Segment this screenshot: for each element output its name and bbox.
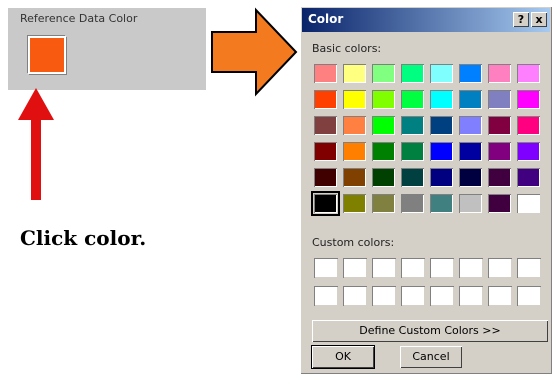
right-arrow-shape — [211, 7, 298, 97]
custom-color-slot[interactable] — [488, 286, 512, 306]
basic-color-swatch[interactable] — [314, 142, 337, 161]
basic-color-swatch[interactable] — [488, 116, 511, 135]
basic-color-swatch[interactable] — [311, 191, 340, 216]
basic-color-swatch[interactable] — [372, 194, 395, 213]
basic-color-swatch[interactable] — [401, 142, 424, 161]
cancel-button[interactable]: Cancel — [400, 346, 462, 368]
basic-color-swatch[interactable] — [401, 168, 424, 187]
basic-colors-label: Basic colors: — [312, 42, 382, 55]
custom-color-slot[interactable] — [488, 258, 512, 278]
right-arrow-icon — [211, 7, 298, 97]
custom-color-slot[interactable] — [459, 258, 483, 278]
basic-color-swatch[interactable] — [430, 116, 453, 135]
help-icon[interactable]: ? — [513, 12, 529, 27]
dialog-titlebar[interactable]: Color ? x — [302, 8, 550, 32]
custom-color-slot[interactable] — [372, 286, 396, 306]
basic-color-swatch[interactable] — [430, 64, 453, 83]
custom-colors-label: Custom colors: — [312, 236, 395, 249]
basic-color-swatch[interactable] — [430, 90, 453, 109]
reference-color-panel: Reference Data Color — [8, 8, 206, 90]
custom-color-slot[interactable] — [517, 286, 541, 306]
basic-color-swatch[interactable] — [372, 142, 395, 161]
basic-color-swatch[interactable] — [517, 168, 540, 187]
basic-color-swatch[interactable] — [372, 90, 395, 109]
dialog-title: Color — [308, 12, 344, 26]
basic-color-swatch[interactable] — [401, 116, 424, 135]
basic-color-swatch[interactable] — [459, 116, 482, 135]
custom-color-slot[interactable] — [314, 286, 338, 306]
basic-color-swatch[interactable] — [372, 64, 395, 83]
basic-color-swatch[interactable] — [459, 168, 482, 187]
basic-color-swatch[interactable] — [459, 64, 482, 83]
ok-button[interactable]: OK — [311, 345, 375, 369]
basic-color-swatch[interactable] — [343, 142, 366, 161]
basic-color-swatch[interactable] — [517, 194, 540, 213]
basic-color-swatch[interactable] — [430, 168, 453, 187]
basic-color-swatch[interactable] — [314, 90, 337, 109]
custom-color-slot[interactable] — [343, 258, 367, 278]
basic-color-swatch[interactable] — [459, 194, 482, 213]
custom-color-slot[interactable] — [343, 286, 367, 306]
custom-color-slot[interactable] — [372, 258, 396, 278]
basic-color-swatch[interactable] — [517, 64, 540, 83]
basic-color-swatch[interactable] — [430, 194, 453, 213]
basic-color-swatch[interactable] — [372, 116, 395, 135]
reference-color-label: Reference Data Color — [20, 12, 138, 25]
basic-color-swatch[interactable] — [343, 64, 366, 83]
basic-color-swatch[interactable] — [401, 194, 424, 213]
close-icon[interactable]: x — [531, 12, 547, 27]
custom-colors-grid — [314, 258, 541, 306]
custom-color-slot[interactable] — [314, 258, 338, 278]
custom-color-slot[interactable] — [459, 286, 483, 306]
basic-color-swatch[interactable] — [517, 116, 540, 135]
basic-color-swatch[interactable] — [488, 90, 511, 109]
basic-color-swatch[interactable] — [314, 168, 337, 187]
basic-color-swatch[interactable] — [488, 142, 511, 161]
custom-color-slot[interactable] — [401, 286, 425, 306]
custom-color-slot[interactable] — [517, 258, 541, 278]
basic-color-swatch[interactable] — [343, 168, 366, 187]
basic-color-swatch[interactable] — [314, 64, 337, 83]
up-arrow-head — [18, 88, 54, 120]
reference-color-swatch[interactable] — [28, 36, 66, 74]
basic-color-swatch[interactable] — [517, 90, 540, 109]
basic-color-swatch[interactable] — [401, 64, 424, 83]
basic-color-swatch[interactable] — [488, 194, 511, 213]
basic-color-swatch[interactable] — [343, 116, 366, 135]
basic-color-swatch[interactable] — [459, 142, 482, 161]
basic-color-swatch[interactable] — [372, 168, 395, 187]
color-dialog: Color ? x Basic colors: Custom colors: D… — [300, 6, 552, 374]
define-custom-colors-button[interactable]: Define Custom Colors >> — [312, 320, 548, 342]
custom-color-slot[interactable] — [430, 286, 454, 306]
instruction-text: Click color. — [20, 226, 147, 250]
basic-color-swatch[interactable] — [343, 194, 366, 213]
basic-color-swatch[interactable] — [488, 168, 511, 187]
basic-color-swatch[interactable] — [430, 142, 453, 161]
custom-color-slot[interactable] — [430, 258, 454, 278]
basic-color-swatch[interactable] — [517, 142, 540, 161]
up-arrow-icon — [18, 88, 54, 200]
custom-color-slot[interactable] — [401, 258, 425, 278]
up-arrow-shaft — [31, 118, 41, 200]
basic-color-swatch[interactable] — [314, 116, 337, 135]
basic-color-swatch[interactable] — [343, 90, 366, 109]
basic-colors-grid — [311, 64, 540, 216]
basic-color-swatch[interactable] — [488, 64, 511, 83]
basic-color-swatch[interactable] — [401, 90, 424, 109]
basic-color-swatch[interactable] — [459, 90, 482, 109]
